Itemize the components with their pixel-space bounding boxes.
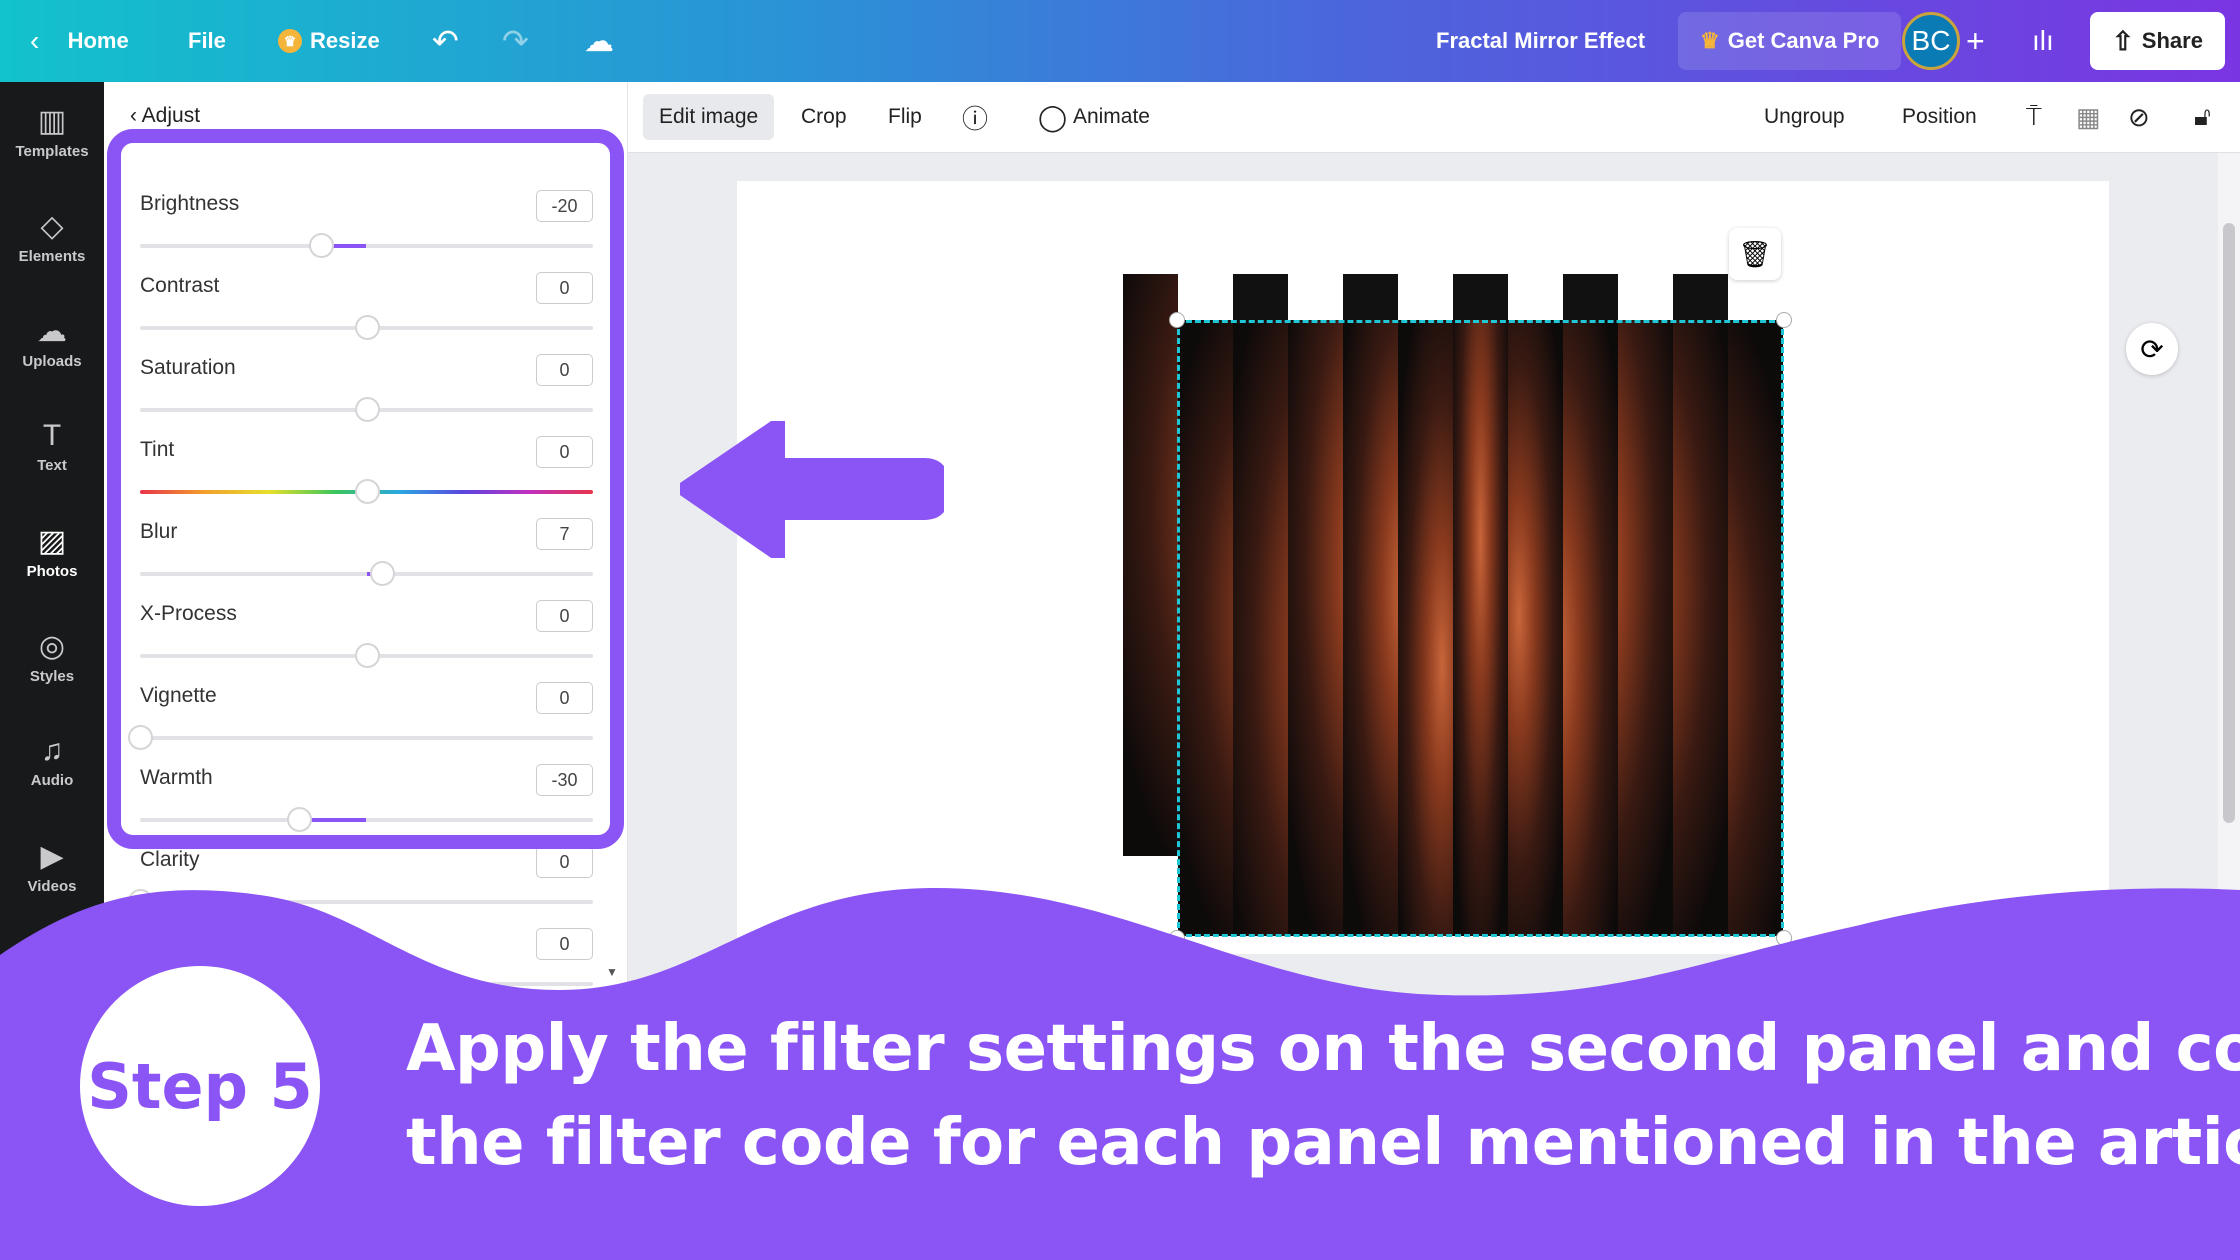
caption-line-1: Apply the filter settings on the second …	[406, 1012, 2240, 1086]
adjust-highlight-frame	[107, 129, 624, 849]
step-badge: Step 5	[80, 966, 320, 1206]
caption-line-2: the filter code for each panel mentioned…	[406, 1106, 2240, 1180]
